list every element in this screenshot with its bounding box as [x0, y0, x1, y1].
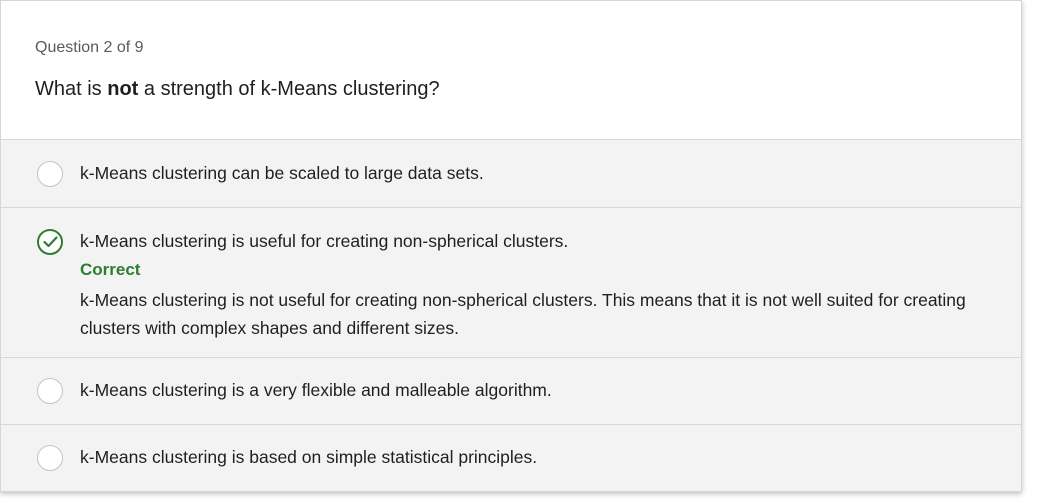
checkmark-icon: [43, 236, 58, 248]
question-text-emphasis: not: [107, 78, 139, 100]
question-text: What is not a strength of k-Means cluste…: [35, 78, 440, 101]
question-text-after: a strength of k-Means clustering?: [138, 78, 440, 100]
radio-empty-icon[interactable]: [37, 445, 63, 471]
answer-option-3[interactable]: k-Means clustering is a very flexible an…: [1, 358, 1021, 425]
quiz-card: Question 2 of 9 What is not a strength o…: [0, 0, 1022, 492]
radio-empty-icon[interactable]: [37, 161, 63, 187]
answer-option-2[interactable]: k-Means clustering is useful for creatin…: [1, 208, 1021, 358]
answer-option-label: k-Means clustering is useful for creatin…: [80, 231, 569, 251]
question-header: Question 2 of 9 What is not a strength o…: [1, 1, 1021, 140]
question-counter: Question 2 of 9: [35, 39, 144, 56]
answer-option-label: k-Means clustering is a very flexible an…: [80, 380, 552, 400]
answer-option-4[interactable]: k-Means clustering is based on simple st…: [1, 425, 1021, 491]
answer-option-label: k-Means clustering is based on simple st…: [80, 447, 538, 467]
feedback-correct-label: Correct: [80, 260, 141, 279]
answer-option-label: k-Means clustering can be scaled to larg…: [80, 163, 484, 183]
radio-empty-icon[interactable]: [37, 378, 63, 404]
check-circle-icon[interactable]: [37, 229, 63, 255]
answer-option-1[interactable]: k-Means clustering can be scaled to larg…: [1, 140, 1021, 208]
question-text-before: What is: [35, 78, 108, 100]
feedback-explanation: k-Means clustering is not useful for cre…: [80, 290, 966, 338]
